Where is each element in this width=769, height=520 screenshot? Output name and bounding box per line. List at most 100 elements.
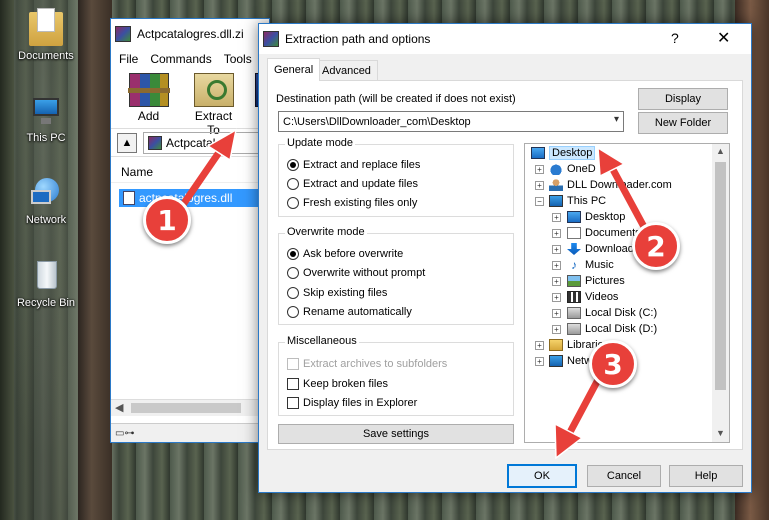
expand-icon[interactable]: +	[552, 293, 561, 302]
radio[interactable]	[287, 267, 299, 279]
update-mode-option[interactable]: Extract and replace files	[287, 159, 420, 171]
miscellaneous-title: Miscellaneous	[285, 335, 359, 347]
up-folder-button[interactable]: ▲	[117, 132, 137, 153]
ok-button[interactable]: OK	[507, 464, 577, 488]
scrollbar-thumb[interactable]	[131, 403, 241, 413]
option-label: Fresh existing files only	[303, 197, 418, 209]
overwrite-mode-option[interactable]: Rename automatically	[287, 306, 412, 318]
scrollbar-thumb[interactable]	[715, 162, 726, 390]
overwrite-mode-option[interactable]: Overwrite without prompt	[287, 267, 425, 279]
tree-item-this-pc[interactable]: This PC	[549, 193, 606, 209]
expand-icon[interactable]: +	[535, 341, 544, 350]
tree-item-label: OneD	[567, 163, 596, 175]
tree-item-downloads[interactable]: Downloads	[567, 241, 639, 257]
folder-tree[interactable]: Desktop + OneD + DLL Downloader.com − Th…	[524, 143, 730, 443]
extract-to-button[interactable]: Extract To	[190, 69, 237, 137]
scroll-left-icon[interactable]: ◀	[115, 401, 123, 414]
overwrite-mode-option[interactable]: Skip existing files	[287, 287, 387, 299]
display-in-explorer-option[interactable]: Display files in Explorer	[287, 397, 417, 409]
dll-file-icon	[123, 191, 135, 205]
save-settings-button[interactable]: Save settings	[278, 424, 514, 444]
tree-item-label: This PC	[567, 195, 607, 207]
tree-item-videos[interactable]: Videos	[567, 289, 618, 305]
scroll-up-icon[interactable]: ▲	[716, 146, 725, 156]
display-button[interactable]: Display	[638, 88, 728, 110]
tree-item-music[interactable]: ♪ Music	[567, 257, 614, 273]
update-mode-option[interactable]: Extract and update files	[287, 178, 418, 190]
tab-general[interactable]: General	[267, 58, 321, 81]
winrar-title: Actpcatalogres.dll.zi	[137, 27, 244, 41]
tree-item-documents[interactable]: Documents	[567, 225, 641, 241]
winrar-address-bar: ▲ Actpcatalog	[111, 129, 269, 157]
expand-icon[interactable]: +	[552, 213, 561, 222]
desktop-icon	[531, 147, 545, 159]
column-header-name[interactable]: Name	[111, 161, 269, 183]
computer-icon	[29, 94, 63, 128]
overwrite-mode-option[interactable]: Ask before overwrite	[287, 248, 403, 260]
radio[interactable]	[287, 197, 299, 209]
horizontal-scrollbar[interactable]: ◀	[111, 399, 269, 416]
destination-path-label: Destination path (will be created if doe…	[276, 93, 516, 105]
expand-icon[interactable]: +	[552, 261, 561, 270]
option-label: Keep broken files	[303, 378, 388, 390]
winrar-app-icon	[115, 26, 131, 42]
winrar-title-bar[interactable]: Actpcatalogres.dll.zi	[111, 19, 269, 49]
add-button[interactable]: Add	[125, 69, 172, 128]
arrow-up-icon: ▲	[121, 136, 133, 149]
expand-icon[interactable]: +	[535, 181, 544, 190]
tree-item-label: DLL Downloader.com	[567, 179, 672, 191]
tree-item-pictures[interactable]: Pictures	[567, 273, 625, 289]
expand-icon[interactable]: +	[552, 277, 561, 286]
expand-icon[interactable]: +	[552, 245, 561, 254]
tab-advanced[interactable]: Advanced	[315, 60, 378, 80]
tree-item-label: Documents	[585, 227, 641, 239]
update-mode-option[interactable]: Fresh existing files only	[287, 197, 417, 209]
collapse-icon[interactable]: −	[535, 197, 544, 206]
chevron-down-icon[interactable]: ▾	[614, 114, 619, 125]
desktop-icon-documents[interactable]: Documents	[4, 8, 88, 62]
documents-icon	[567, 227, 581, 239]
archive-path-field[interactable]: Actpcatalog	[143, 131, 269, 154]
tree-item-network[interactable]: Netw	[549, 353, 592, 369]
radio-selected[interactable]	[287, 159, 299, 171]
destination-path-combo[interactable]: C:\Users\DllDownloader_com\Desktop ▾	[278, 111, 624, 132]
scroll-down-icon[interactable]: ▼	[716, 428, 725, 438]
menu-tools[interactable]: Tools	[224, 52, 252, 66]
column-header-label: Name	[121, 164, 154, 179]
help-icon[interactable]: ?	[671, 30, 679, 46]
desktop-icon-recycle-bin[interactable]: Recycle Bin	[4, 259, 88, 309]
tree-vertical-scrollbar[interactable]: ▲ ▼	[712, 144, 729, 442]
dialog-title-bar[interactable]: Extraction path and options ? ✕	[259, 24, 751, 54]
option-label: Ask before overwrite	[303, 248, 404, 260]
expand-icon[interactable]: +	[535, 165, 544, 174]
expand-icon[interactable]: +	[552, 309, 561, 318]
tree-item-onedrive[interactable]: OneD	[549, 161, 596, 177]
file-list-item[interactable]: actpcatalogres.dll	[119, 189, 267, 207]
tree-item-local-disk-d[interactable]: Local Disk (D:)	[567, 321, 657, 337]
help-button[interactable]: Help	[669, 465, 743, 487]
desktop-icon-network[interactable]: Network	[4, 176, 88, 226]
tree-item-desktop[interactable]: Desktop	[531, 145, 596, 161]
desktop-icon-this-pc[interactable]: This PC	[4, 94, 88, 144]
menu-file[interactable]: File	[119, 52, 138, 66]
checkbox[interactable]	[287, 397, 299, 409]
checkbox[interactable]	[287, 378, 299, 390]
tree-item-desktop-sub[interactable]: Desktop	[567, 209, 625, 225]
status-drive-icon: ▭⊶	[115, 428, 135, 439]
radio[interactable]	[287, 178, 299, 190]
tree-item-user[interactable]: DLL Downloader.com	[549, 177, 672, 193]
keep-broken-files-option[interactable]: Keep broken files	[287, 378, 388, 390]
expand-icon[interactable]: +	[552, 325, 561, 334]
menu-commands[interactable]: Commands	[150, 52, 211, 66]
add-label: Add	[137, 109, 160, 123]
new-folder-button[interactable]: New Folder	[638, 112, 728, 134]
desktop-icon-label: Network	[25, 214, 67, 226]
radio-selected[interactable]	[287, 248, 299, 260]
expand-icon[interactable]: +	[535, 357, 544, 366]
radio[interactable]	[287, 287, 299, 299]
radio[interactable]	[287, 306, 299, 318]
tree-item-local-disk-c[interactable]: Local Disk (C:)	[567, 305, 657, 321]
expand-icon[interactable]: +	[552, 229, 561, 238]
cancel-button[interactable]: Cancel	[587, 465, 661, 487]
close-icon[interactable]: ✕	[717, 28, 730, 48]
